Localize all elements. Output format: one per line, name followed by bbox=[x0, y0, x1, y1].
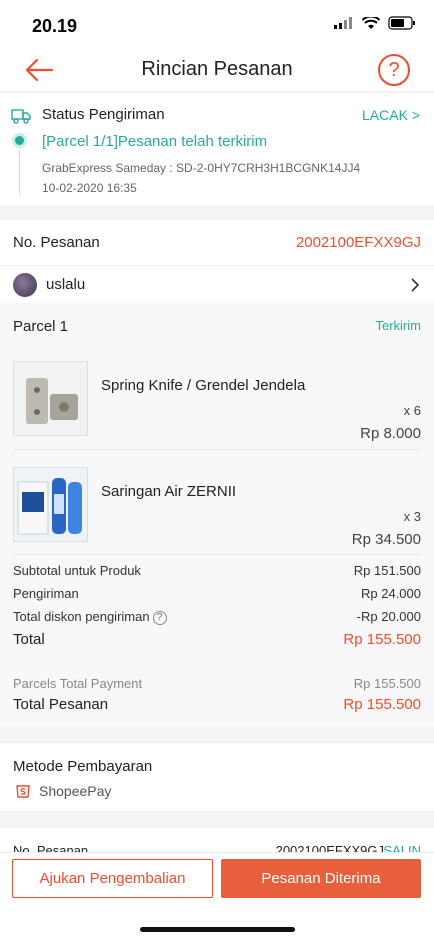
shipping-status-card[interactable]: Status Pengiriman LACAK > [Parcel 1/1]Pe… bbox=[0, 93, 434, 205]
shipping-discount-value: -Rp 20.000 bbox=[356, 609, 421, 624]
divider bbox=[13, 449, 421, 450]
shipping-cost-value: Rp 24.000 bbox=[361, 586, 421, 601]
shipping-discount-row: Total diskon pengiriman? -Rp 20.000 bbox=[13, 609, 421, 625]
request-return-button[interactable]: Ajukan Pengembalian bbox=[12, 859, 213, 898]
payment-totals: Parcels Total Payment Rp 155.500 Total P… bbox=[0, 660, 434, 727]
courier-info: GrabExpress Sameday : SD-2-0HY7CRH3H1BCG… bbox=[42, 161, 361, 175]
shipping-discount-label: Total diskon pengiriman bbox=[13, 609, 150, 624]
product-name: Saringan Air ZERNII bbox=[101, 483, 237, 500]
products-section: Spring Knife / Grendel Jendela x 6 Rp 8.… bbox=[0, 347, 434, 660]
order-total-label: Total Pesanan bbox=[13, 696, 109, 713]
parcels-total-label: Parcels Total Payment bbox=[13, 676, 143, 691]
order-number-label-2: No. Pesanan bbox=[13, 843, 89, 852]
product-name: Spring Knife / Grendel Jendela bbox=[101, 377, 306, 394]
shipping-datetime: 10-02-2020 16:35 bbox=[42, 181, 137, 195]
order-number-row-2: No. Pesanan 2002100EFXX9GJ SALIN bbox=[0, 828, 434, 852]
nav-bar: Rincian Pesanan ? bbox=[0, 50, 434, 92]
timeline-line bbox=[19, 149, 20, 195]
page-title: Rincian Pesanan bbox=[141, 58, 293, 80]
shopeepay-icon bbox=[16, 785, 30, 798]
total-row: Total Rp 155.500 bbox=[13, 631, 421, 648]
subtotal-row: Subtotal untuk Produk Rp 151.500 bbox=[13, 563, 421, 578]
shop-avatar bbox=[13, 273, 37, 297]
total-value: Rp 155.500 bbox=[343, 631, 421, 648]
shipping-cost-label: Pengiriman bbox=[13, 586, 79, 601]
order-number-value: 2002100EFXX9GJ bbox=[295, 234, 421, 251]
order-total-value: Rp 155.500 bbox=[343, 696, 421, 713]
parcel-label: Parcel 1 bbox=[13, 318, 69, 335]
home-indicator[interactable] bbox=[140, 927, 295, 932]
product-image bbox=[13, 467, 88, 542]
status-icons bbox=[334, 16, 416, 30]
divider bbox=[13, 554, 421, 555]
product-price: Rp 8.000 bbox=[360, 425, 421, 442]
total-label: Total bbox=[13, 631, 45, 648]
subtotal-value: Rp 151.500 bbox=[353, 563, 421, 578]
payment-method-name: ShopeePay bbox=[39, 783, 112, 799]
order-number-value-2: 2002100EFXX9GJ bbox=[275, 843, 384, 852]
product-item[interactable]: Saringan Air ZERNII x 3 Rp 34.500 bbox=[13, 467, 421, 548]
signal-icon bbox=[334, 17, 352, 29]
shipping-title: Status Pengiriman bbox=[42, 106, 165, 123]
status-time: 20.19 bbox=[32, 16, 78, 36]
status-bar: 20.19 bbox=[0, 0, 434, 50]
track-link[interactable]: LACAK > bbox=[362, 107, 420, 123]
parcel-header: Parcel 1 Terkirim bbox=[0, 303, 434, 347]
chevron-right-icon bbox=[411, 278, 420, 292]
product-qty: x 6 bbox=[403, 403, 421, 418]
shipping-cost-row: Pengiriman Rp 24.000 bbox=[13, 586, 421, 601]
timeline-dot bbox=[15, 136, 24, 145]
payment-method-title: Metode Pembayaran bbox=[13, 758, 153, 775]
parcels-total-value: Rp 155.500 bbox=[353, 676, 421, 691]
shop-row[interactable]: uslalu bbox=[0, 266, 434, 303]
truck-icon bbox=[11, 109, 31, 124]
wifi-icon bbox=[362, 16, 380, 29]
product-image bbox=[13, 361, 88, 436]
order-number-label: No. Pesanan bbox=[13, 234, 100, 251]
help-icon[interactable]: ? bbox=[378, 54, 410, 86]
hinge-image bbox=[14, 362, 87, 435]
order-received-button[interactable]: Pesanan Diterima bbox=[221, 859, 421, 898]
subtotal-label: Subtotal untuk Produk bbox=[13, 563, 141, 578]
shipping-status-text: [Parcel 1/1]Pesanan telah terkirim bbox=[42, 133, 268, 150]
water-filter-image bbox=[14, 468, 87, 541]
parcel-status: Terkirim bbox=[375, 318, 422, 333]
product-price: Rp 34.500 bbox=[351, 531, 421, 548]
product-qty: x 3 bbox=[403, 509, 421, 524]
copy-button[interactable]: SALIN bbox=[383, 843, 421, 852]
payment-method-section: Metode Pembayaran ShopeePay bbox=[0, 742, 434, 812]
bottom-action-bar: Ajukan Pengembalian Pesanan Diterima bbox=[0, 852, 434, 940]
order-number-row: No. Pesanan 2002100EFXX9GJ bbox=[0, 220, 434, 266]
info-icon[interactable]: ? bbox=[152, 610, 167, 625]
payment-method-row: ShopeePay bbox=[15, 783, 111, 799]
product-item[interactable]: Spring Knife / Grendel Jendela x 6 Rp 8.… bbox=[13, 361, 421, 442]
battery-icon bbox=[388, 16, 415, 30]
shop-name: uslalu bbox=[46, 276, 86, 293]
